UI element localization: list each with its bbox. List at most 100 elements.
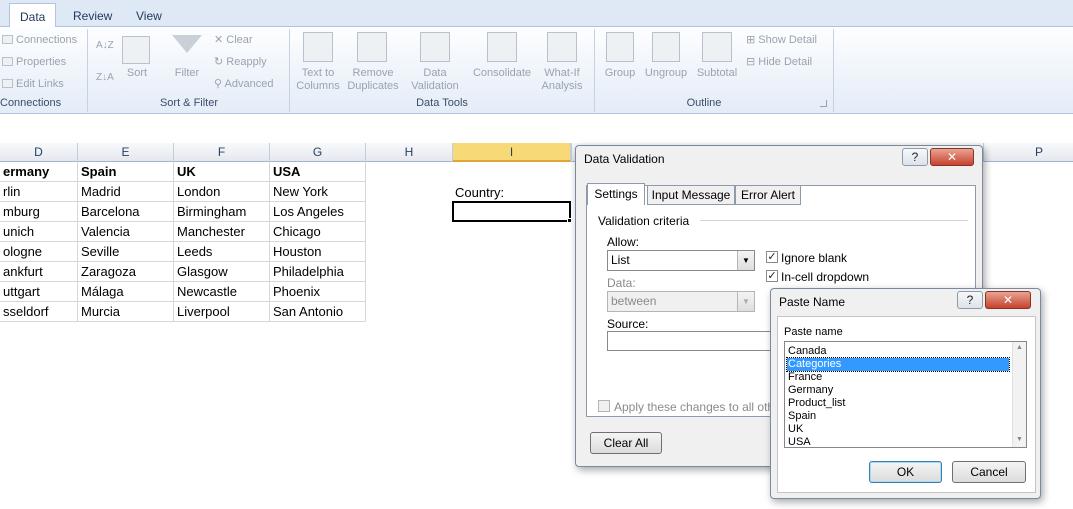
list-item[interactable]: Spain: [787, 410, 1009, 423]
column-header-f[interactable]: F: [174, 143, 270, 162]
hide-detail-button[interactable]: ⊟ Hide Detail: [746, 55, 812, 69]
allow-select[interactable]: List ▼: [607, 250, 755, 271]
help-button[interactable]: ?: [902, 148, 928, 166]
in-cell-dropdown-checkbox[interactable]: ✓: [766, 270, 778, 282]
cell[interactable]: Newcastle: [174, 282, 270, 302]
data-select[interactable]: between ▼: [607, 291, 755, 312]
sort-icon: [122, 36, 150, 64]
ok-button[interactable]: OK: [869, 461, 942, 483]
cell[interactable]: Madrid: [78, 182, 174, 202]
cell[interactable]: London: [174, 182, 270, 202]
reapply-button[interactable]: ↻ Reapply: [214, 55, 267, 69]
ignore-blank-label: Ignore blank: [781, 251, 848, 265]
group-button[interactable]: Group: [598, 67, 642, 80]
advanced-filter-button[interactable]: ⚲ Advanced: [214, 77, 273, 91]
cell[interactable]: Glasgow: [174, 262, 270, 282]
column-header-h[interactable]: H: [366, 143, 453, 162]
cell[interactable]: Houston: [270, 242, 366, 262]
cell[interactable]: ologne: [0, 242, 78, 262]
cell-header[interactable]: ermany: [0, 162, 78, 182]
listbox-scrollbar[interactable]: ▲ ▼: [1012, 342, 1026, 447]
cancel-button[interactable]: Cancel: [952, 461, 1026, 483]
active-cell[interactable]: [452, 201, 571, 222]
cell[interactable]: mburg: [0, 202, 78, 222]
fill-handle[interactable]: [567, 218, 572, 223]
connections-button[interactable]: Connections: [16, 33, 77, 47]
list-item[interactable]: Germany: [787, 384, 1009, 397]
data-validation-button[interactable]: Data Validation: [404, 67, 466, 93]
cell[interactable]: San Antonio: [270, 302, 366, 322]
cell[interactable]: Birmingham: [174, 202, 270, 222]
cell[interactable]: Philadelphia: [270, 262, 366, 282]
cell[interactable]: Barcelona: [78, 202, 174, 222]
subtotal-button[interactable]: Subtotal: [692, 67, 742, 80]
cell[interactable]: Málaga: [78, 282, 174, 302]
cell[interactable]: Manchester: [174, 222, 270, 242]
close-button[interactable]: ✕: [985, 291, 1031, 309]
cell-header[interactable]: Spain: [78, 162, 174, 182]
column-header-p[interactable]: P: [1005, 143, 1073, 162]
outline-dialog-launcher-icon[interactable]: [820, 100, 827, 107]
cell[interactable]: Los Angeles: [270, 202, 366, 222]
names-listbox[interactable]: Canada Categories France Germany Product…: [784, 341, 1027, 448]
cell[interactable]: Seville: [78, 242, 174, 262]
remove-duplicates-button[interactable]: Remove Duplicates: [345, 67, 401, 93]
filter-button[interactable]: Filter: [168, 67, 206, 80]
ungroup-button[interactable]: Ungroup: [640, 67, 692, 80]
cell[interactable]: Leeds: [174, 242, 270, 262]
list-item[interactable]: Product_list: [787, 397, 1009, 410]
properties-button[interactable]: Properties: [16, 55, 66, 69]
cell[interactable]: Zaragoza: [78, 262, 174, 282]
list-item[interactable]: Categories: [786, 357, 1010, 372]
tab-view[interactable]: View: [126, 5, 172, 27]
column-header-e[interactable]: E: [78, 143, 174, 162]
cell[interactable]: uttgart: [0, 282, 78, 302]
column-header-o[interactable]: [983, 143, 984, 162]
scroll-down-icon[interactable]: ▼: [1016, 436, 1023, 443]
sort-button[interactable]: Sort: [119, 67, 155, 80]
clear-all-button[interactable]: Clear All: [590, 432, 662, 454]
cell-header[interactable]: USA: [270, 162, 366, 182]
close-button[interactable]: ✕: [930, 148, 974, 166]
sort-za-icon[interactable]: Z↓A: [96, 71, 114, 85]
list-item[interactable]: USA: [787, 436, 1009, 449]
sort-az-icon[interactable]: A↓Z: [96, 39, 114, 53]
list-item[interactable]: UK: [787, 423, 1009, 436]
edit-links-button[interactable]: Edit Links: [16, 77, 64, 91]
cell[interactable]: Murcia: [78, 302, 174, 322]
tab-data[interactable]: Data: [9, 3, 57, 28]
cell[interactable]: Liverpool: [174, 302, 270, 322]
cell[interactable]: Chicago: [270, 222, 366, 242]
cell[interactable]: ankfurt: [0, 262, 78, 282]
cell[interactable]: Valencia: [78, 222, 174, 242]
data-tools-group-label: Data Tools: [416, 97, 468, 109]
scroll-up-icon[interactable]: ▲: [1016, 344, 1023, 351]
help-button[interactable]: ?: [957, 291, 983, 309]
column-header-i[interactable]: I: [453, 143, 571, 162]
consolidate-button[interactable]: Consolidate: [468, 67, 536, 80]
what-if-analysis-button[interactable]: What-If Analysis: [536, 67, 588, 93]
cell[interactable]: rlin: [0, 182, 78, 202]
apply-changes-checkbox[interactable]: [598, 400, 610, 412]
column-header-j[interactable]: [571, 143, 572, 162]
cell[interactable]: Phoenix: [270, 282, 366, 302]
tab-error-alert[interactable]: Error Alert: [735, 185, 801, 205]
cell[interactable]: New York: [270, 182, 366, 202]
cell[interactable]: unich: [0, 222, 78, 242]
column-header-d[interactable]: D: [0, 143, 78, 162]
tab-review[interactable]: Review: [63, 5, 122, 27]
ignore-blank-checkbox[interactable]: ✓: [766, 251, 778, 263]
list-item[interactable]: Canada: [787, 345, 1009, 358]
show-detail-button[interactable]: ⊞ Show Detail: [746, 33, 817, 47]
text-to-columns-button[interactable]: Text to Columns: [293, 67, 343, 93]
tab-input-message[interactable]: Input Message: [647, 185, 735, 205]
sort-filter-group-label: Sort & Filter: [159, 97, 219, 109]
cell-header[interactable]: UK: [174, 162, 270, 182]
group-separator: [833, 29, 834, 112]
cell[interactable]: sseldorf: [0, 302, 78, 322]
tab-settings[interactable]: Settings: [587, 183, 645, 205]
list-item[interactable]: France: [787, 371, 1009, 384]
clear-filter-button[interactable]: ✕ Clear: [214, 33, 253, 47]
source-input[interactable]: [607, 331, 777, 351]
column-header-g[interactable]: G: [270, 143, 366, 162]
